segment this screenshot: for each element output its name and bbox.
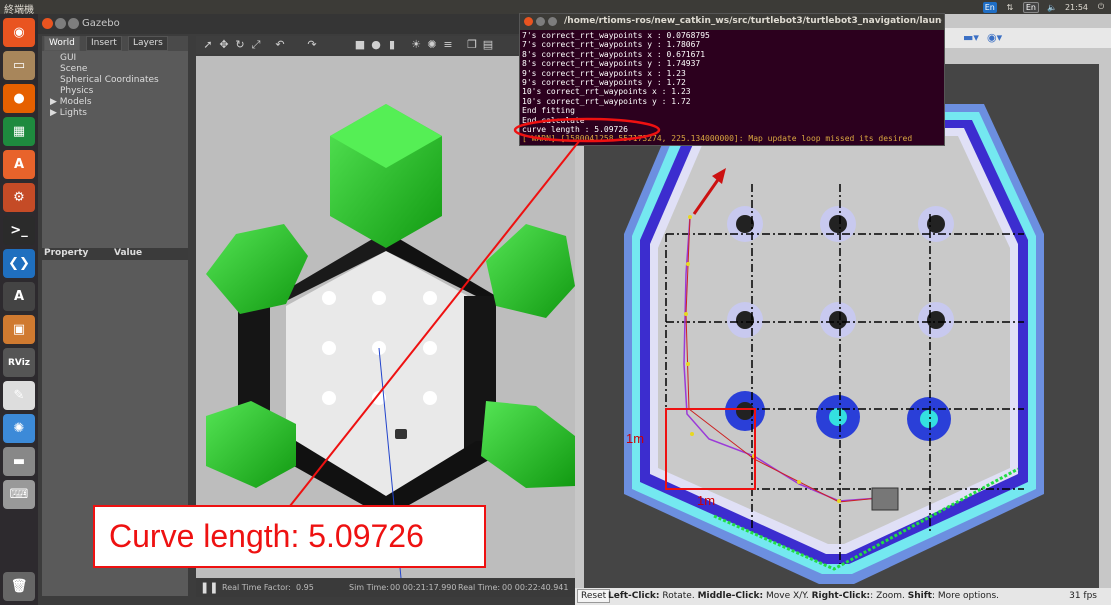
callout-line (289, 139, 581, 507)
highlight-ellipse (513, 117, 661, 143)
curve-length-text: Curve length: 5.09726 (109, 518, 424, 554)
curve-length-callout: Curve length: 5.09726 (93, 505, 486, 568)
